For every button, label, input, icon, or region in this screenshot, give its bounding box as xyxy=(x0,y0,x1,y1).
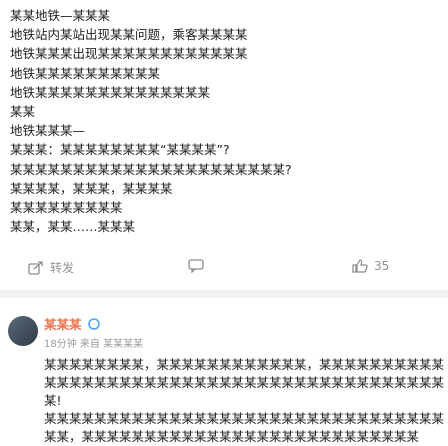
share-icon xyxy=(28,260,43,275)
like-icon xyxy=(352,259,368,273)
comment-line: 某某，某某某某某某某某某某某某某某某某某某某某某某某某某某某 xyxy=(44,429,420,444)
post-body: 某某地铁—某某某 地铁站内某站出现某某问题，乘客某某某某 地铁某某某出现某某某某… xyxy=(0,0,448,236)
weibo-post: 某某地铁—某某某 地铁站内某站出现某某问题，乘客某某某某 地铁某某某出现某某某某… xyxy=(0,0,448,446)
comment-icon xyxy=(188,259,204,273)
comment-author-name[interactable]: 某某某 xyxy=(44,314,82,333)
share-label: 转发 xyxy=(50,261,75,275)
post-line: 某某某某某某某某某 xyxy=(10,200,123,216)
post-line: 地铁某某某出现某某某某某某某某某某某某 xyxy=(10,46,248,62)
comment-text: 某某某某某某某某，某某某某某某某某某某某某，某某某某某某某某某某某 某某某某某某… xyxy=(44,356,444,446)
like-count: 35 xyxy=(374,259,390,273)
comment-author-row: 某某某 xyxy=(44,314,444,333)
post-action-bar: 转发 35 xyxy=(0,255,448,281)
share-button[interactable]: 转发 xyxy=(28,259,74,276)
post-line: 某某地铁—某某某 xyxy=(10,8,111,23)
comment-meta: 18分钟 来自 某某某某 xyxy=(44,339,144,350)
comment-line: 某某某某某某某某某某某某某某某某某某某某某某某某某某某某某某某某 xyxy=(44,375,444,390)
comment-button[interactable] xyxy=(188,259,210,273)
section-divider xyxy=(0,290,448,298)
comment-line: 某! xyxy=(44,393,62,408)
comment-line: 某某某某某某某某某某某某某某某某某某某某某某某某某某某某某某某某 xyxy=(44,411,444,426)
post-line: 某某某某某某某某某某某某某某某某某某某某某某? xyxy=(10,161,292,177)
post-line: 某某某某，某某某，某某某某 xyxy=(10,180,173,196)
post-line: 某某，某某……某某某 xyxy=(10,219,136,235)
post-line: 地铁某某某— xyxy=(10,123,86,139)
verified-badge-icon xyxy=(87,317,100,330)
post-line: 地铁某某某某某某某某某某某某某某 xyxy=(10,84,211,100)
post-line: 某某 xyxy=(10,104,36,120)
comment-line: 某某某某某某某某，某某某某某某某某某某某某，某某某某某某某某某某某 xyxy=(44,357,444,372)
post-line: 某某某：某某某某某某某某“某某某某”? xyxy=(10,142,230,158)
avatar[interactable] xyxy=(8,316,38,346)
like-button[interactable]: 35 xyxy=(352,259,389,273)
post-line: 地铁某某某某某某某某某某 xyxy=(10,65,161,81)
post-line: 地铁站内某站出现某某问题，乘客某某某某 xyxy=(10,27,248,43)
comment-body: 某某某 18分钟 来自 某某某某 某某某某某某某某，某某某某某某某某某某某某，某… xyxy=(44,314,444,446)
